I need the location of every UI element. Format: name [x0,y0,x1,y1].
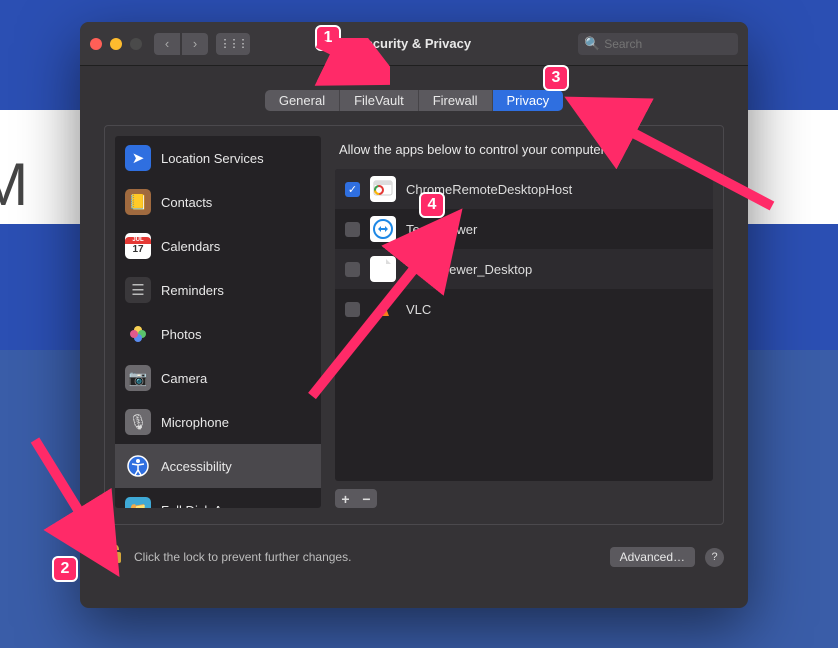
back-button[interactable]: ‹ [154,33,180,55]
sidebar-item-compass[interactable]: ➤ Location Services [115,136,321,180]
nav-buttons: ‹ › [154,33,208,55]
minimize-window-button[interactable] [110,38,122,50]
background-partial-text: ls-M [0,150,27,219]
app-checkbox[interactable] [345,222,360,237]
app-checkbox[interactable]: ✓ [345,182,360,197]
app-icon [370,296,396,322]
window-title: Security & Privacy [250,36,578,51]
app-icon [370,216,396,242]
app-name: VLC [406,302,431,317]
search-field-wrap[interactable]: 🔍 [578,33,738,55]
sidebar-item-label: Photos [161,327,201,342]
calendar-icon: JUL17 [125,233,151,259]
tab-privacy[interactable]: Privacy [493,90,564,111]
sidebar-item-label: Microphone [161,415,229,430]
fullscreen-window-button[interactable] [130,38,142,50]
privacy-sidebar[interactable]: ➤ Location Services 📒 Contacts JUL17 Calendar… [115,136,321,508]
close-window-button[interactable] [90,38,102,50]
sidebar-item-label: Reminders [161,283,224,298]
sidebar-item-camera[interactable]: 📷 Camera [115,356,321,400]
search-icon: 🔍 [584,36,600,52]
titlebar: ‹ › ⋮⋮⋮ Security & Privacy 🔍 [80,22,748,66]
app-row[interactable]: TeamViewer [335,209,713,249]
panel-row: ➤ Location Services 📒 Contacts JUL17 Calendar… [104,125,724,525]
app-name: TeamViewer [406,222,477,237]
traffic-lights [90,38,142,50]
remove-app-button[interactable]: − [356,489,377,508]
sidebar-item-calendar[interactable]: JUL17 Calendars [115,224,321,268]
chevron-left-icon: ‹ [165,36,169,51]
camera-icon: 📷 [125,365,151,391]
list-controls: + − [335,489,713,508]
app-row[interactable]: TeamViewer_Desktop [335,249,713,289]
compass-icon: ➤ [125,145,151,171]
sidebar-item-folder[interactable]: 📁 Full Disk Access [115,488,321,508]
show-all-button[interactable]: ⋮⋮⋮ [216,33,250,55]
sidebar-item-label: Accessibility [161,459,232,474]
advanced-button[interactable]: Advanced… [610,547,695,567]
sidebar-item-accessibility[interactable]: Accessibility [115,444,321,488]
sidebar-item-label: Contacts [161,195,212,210]
privacy-content: Allow the apps below to control your com… [335,136,713,508]
sidebar-item-label: Location Services [161,151,264,166]
sidebar-item-label: Camera [161,371,207,386]
sidebar-item-label: Full Disk Access [161,503,256,509]
photos-icon [125,321,151,347]
tab-filevault[interactable]: FileVault [340,90,419,111]
app-row[interactable]: VLC [335,289,713,329]
footer: Click the lock to prevent further change… [104,525,724,579]
lock-icon[interactable] [104,543,124,571]
reminders-icon: ☰ [125,277,151,303]
app-name: ChromeRemoteDesktopHost [406,182,572,197]
app-checkbox[interactable] [345,262,360,277]
add-app-button[interactable]: + [335,489,356,508]
content-heading: Allow the apps below to control your com… [335,136,713,169]
window-body: ➤ Location Services 📒 Contacts JUL17 Calendar… [80,125,748,608]
tab-general[interactable]: General [265,90,340,111]
chevron-right-icon: › [193,36,197,51]
tabs-row: GeneralFileVaultFirewallPrivacy [80,66,748,125]
sidebar-item-contacts[interactable]: 📒 Contacts [115,180,321,224]
annotation-badge-2: 2 [52,556,78,582]
sidebar-item-photos[interactable]: Photos [115,312,321,356]
tab-firewall[interactable]: Firewall [419,90,493,111]
tab-segmented-control: GeneralFileVaultFirewallPrivacy [265,90,563,111]
forward-button[interactable]: › [182,33,208,55]
search-input[interactable] [604,37,732,51]
preferences-window: ‹ › ⋮⋮⋮ Security & Privacy 🔍 GeneralFile… [80,22,748,608]
sidebar-item-label: Calendars [161,239,220,254]
sidebar-item-microphone[interactable]: 🎙 Microphone [115,400,321,444]
lock-text: Click the lock to prevent further change… [134,550,600,564]
folder-icon: 📁 [125,497,151,508]
app-name: TeamViewer_Desktop [406,262,532,277]
help-button[interactable]: ? [705,548,724,567]
grid-icon: ⋮⋮⋮ [220,37,247,50]
app-icon [370,176,396,202]
sidebar-item-reminders[interactable]: ☰ Reminders [115,268,321,312]
app-checkbox[interactable] [345,302,360,317]
microphone-icon: 🎙 [125,409,151,435]
app-icon [370,256,396,282]
app-row[interactable]: ✓ ChromeRemoteDesktopHost [335,169,713,209]
app-list[interactable]: ✓ ChromeRemoteDesktopHost TeamViewer TeamVi… [335,169,713,481]
contacts-icon: 📒 [125,189,151,215]
accessibility-icon [125,453,151,479]
